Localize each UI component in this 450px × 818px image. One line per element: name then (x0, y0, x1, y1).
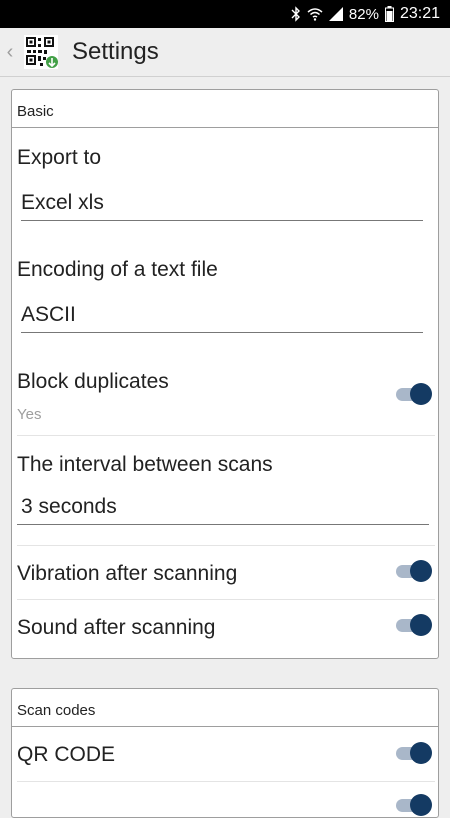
encoding-underline (21, 332, 423, 333)
back-arrow-icon[interactable]: ‹ (0, 41, 20, 64)
encoding-value[interactable]: ASCII (21, 303, 76, 327)
wifi-icon (307, 7, 323, 21)
toggle-thumb (410, 383, 432, 405)
battery-icon (384, 6, 394, 22)
clock: 23:21 (399, 5, 440, 22)
divider (17, 435, 435, 436)
export-to-underline (21, 220, 423, 221)
interval-underline (17, 524, 429, 525)
toggle-thumb (410, 560, 432, 582)
toggle-thumb (410, 614, 432, 636)
qr-code-title: QR CODE (17, 743, 116, 766)
toggle-thumb (410, 742, 432, 764)
divider (17, 599, 435, 600)
sound-title: Sound after scanning (17, 616, 216, 639)
divider (17, 781, 435, 782)
export-to-title: Export to (17, 146, 102, 169)
vibration-title: Vibration after scanning (17, 562, 238, 585)
block-duplicates-toggle[interactable] (394, 382, 434, 406)
scan-codes-card: Scan codes QR CODE (11, 688, 439, 818)
signal-icon (328, 7, 343, 21)
sound-toggle[interactable] (394, 613, 434, 637)
interval-title: The interval between scans (17, 453, 273, 476)
next-code-toggle[interactable] (394, 793, 434, 817)
qr-code-app-icon (24, 35, 58, 69)
bluetooth-icon (291, 6, 301, 22)
block-duplicates-summary: Yes (17, 406, 42, 423)
qr-code-toggle[interactable] (394, 741, 434, 765)
basic-settings-card: Basic Export to Excel xls Encoding of a … (11, 89, 439, 659)
export-to-value[interactable]: Excel xls (21, 191, 104, 215)
encoding-title: Encoding of a text file (17, 258, 218, 281)
section-header-basic: Basic (12, 90, 438, 128)
interval-value[interactable]: 3 seconds (21, 495, 117, 519)
vibration-toggle[interactable] (394, 559, 434, 583)
battery-percent: 82% (348, 5, 379, 23)
block-duplicates-title: Block duplicates (17, 370, 169, 393)
app-bar-divider (0, 76, 450, 77)
page-title: Settings (72, 38, 159, 65)
toggle-thumb (410, 794, 432, 816)
divider (17, 545, 435, 546)
action-bar: ‹ Settings (0, 28, 450, 76)
status-bar: 82% 23:21 (0, 0, 450, 28)
section-header-scan-codes: Scan codes (12, 689, 438, 727)
